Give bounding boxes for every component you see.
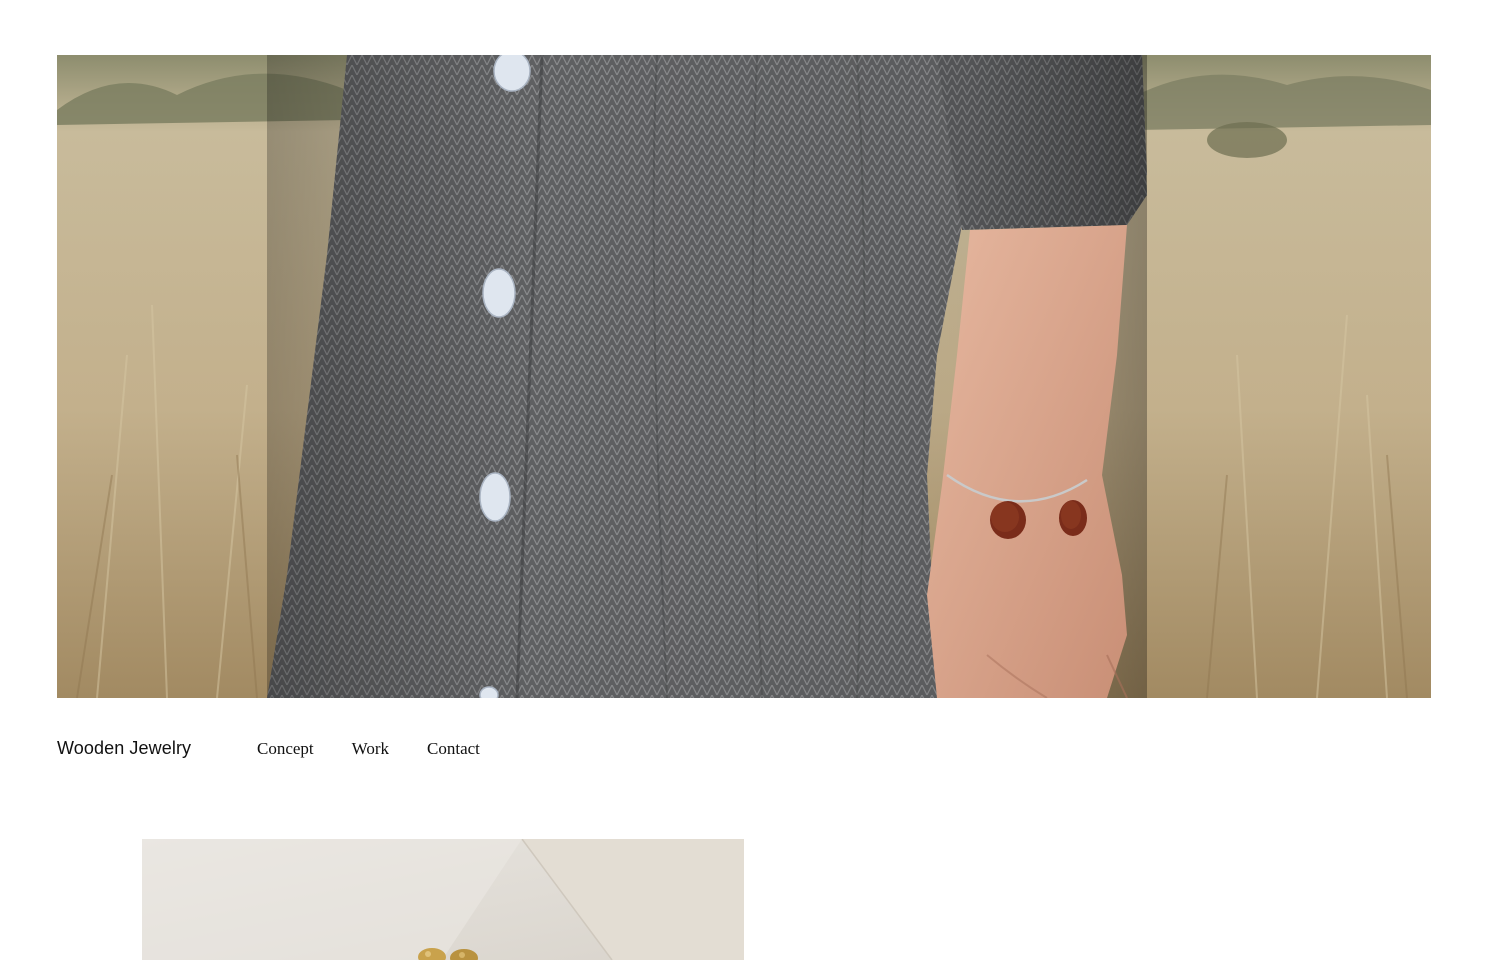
site-brand-link[interactable]: Wooden Jewelry: [57, 738, 191, 759]
main-nav: Concept Work Contact: [257, 739, 518, 759]
nav-item-work[interactable]: Work: [352, 739, 389, 759]
product-photo[interactable]: [142, 839, 744, 960]
hero-photo: [57, 55, 1431, 698]
nav-item-contact[interactable]: Contact: [427, 739, 480, 759]
nav-item-concept[interactable]: Concept: [257, 739, 314, 759]
